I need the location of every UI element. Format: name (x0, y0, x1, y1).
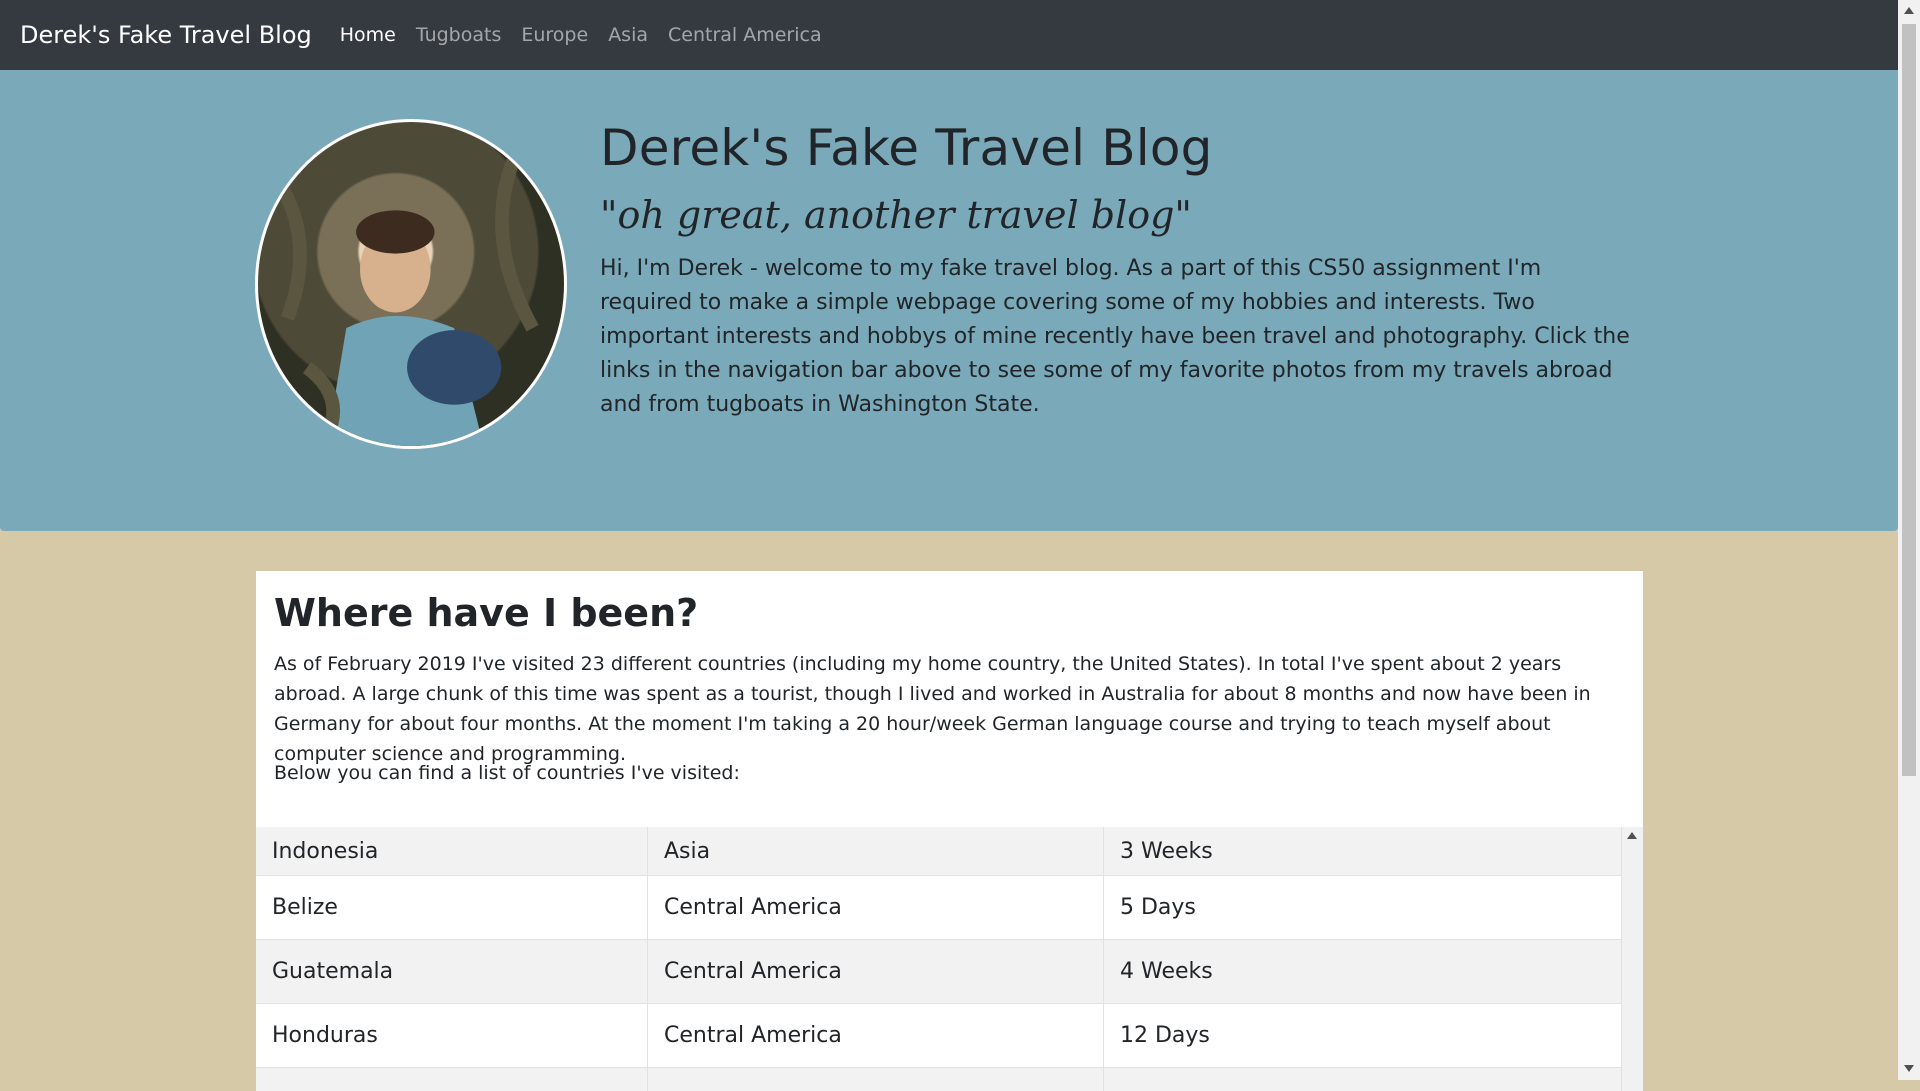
region-cell: Asia (648, 827, 1104, 876)
duration-cell (1104, 1068, 1622, 1091)
nav-link-central-america[interactable]: Central America (658, 24, 832, 46)
where-have-i-been-card: Where have I been? As of February 2019 I… (256, 571, 1643, 1091)
countries-table-scroll[interactable]: Indonesia Asia 3 Weeks Belize Central Am… (256, 827, 1643, 1091)
countries-table: Indonesia Asia 3 Weeks Belize Central Am… (256, 827, 1622, 1091)
region-cell: Central America (648, 940, 1104, 1004)
region-cell (648, 1068, 1104, 1091)
nav-link-home[interactable]: Home (330, 24, 406, 46)
hero-jumbotron: Derek's Fake Travel Blog "oh great, anot… (0, 70, 1898, 531)
nav-link-europe[interactable]: Europe (511, 24, 598, 46)
hero-title: Derek's Fake Travel Blog (600, 119, 1213, 177)
country-cell: Honduras (256, 1004, 648, 1068)
scroll-up-arrow-icon[interactable] (1627, 832, 1637, 839)
nav-link-asia[interactable]: Asia (598, 24, 658, 46)
region-cell: Central America (648, 1004, 1104, 1068)
page-scrollbar[interactable] (1898, 0, 1920, 1080)
duration-cell: 12 Days (1104, 1004, 1622, 1068)
scroll-up-arrow-icon[interactable] (1904, 7, 1914, 14)
section-heading: Where have I been? (274, 591, 698, 635)
table-row (256, 1068, 1622, 1091)
table-row: Honduras Central America 12 Days (256, 1004, 1622, 1068)
table-row: Belize Central America 5 Days (256, 876, 1622, 940)
country-cell (256, 1068, 648, 1091)
duration-cell: 3 Weeks (1104, 827, 1622, 876)
table-row: Indonesia Asia 3 Weeks (256, 827, 1622, 876)
region-cell: Central America (648, 876, 1104, 940)
table-row: Guatemala Central America 4 Weeks (256, 940, 1622, 1004)
section-paragraph: As of February 2019 I've visited 23 diff… (274, 649, 1624, 769)
duration-cell: 5 Days (1104, 876, 1622, 940)
scrollbar-thumb[interactable] (1902, 24, 1916, 776)
country-cell: Belize (256, 876, 648, 940)
table-scrollbar[interactable] (1622, 827, 1643, 1091)
country-cell: Indonesia (256, 827, 648, 876)
duration-cell: 4 Weeks (1104, 940, 1622, 1004)
hero-intro: Hi, I'm Derek - welcome to my fake trave… (600, 252, 1630, 422)
countries-list-intro: Below you can find a list of countries I… (274, 758, 740, 788)
navbar-brand[interactable]: Derek's Fake Travel Blog (20, 21, 312, 49)
navbar: Derek's Fake Travel Blog Home Tugboats E… (0, 0, 1898, 70)
nav-link-tugboats[interactable]: Tugboats (406, 24, 512, 46)
scroll-down-arrow-icon[interactable] (1904, 1065, 1914, 1072)
country-cell: Guatemala (256, 940, 648, 1004)
hero-tagline: "oh great, another travel blog" (600, 193, 1192, 237)
profile-photo (255, 119, 567, 449)
